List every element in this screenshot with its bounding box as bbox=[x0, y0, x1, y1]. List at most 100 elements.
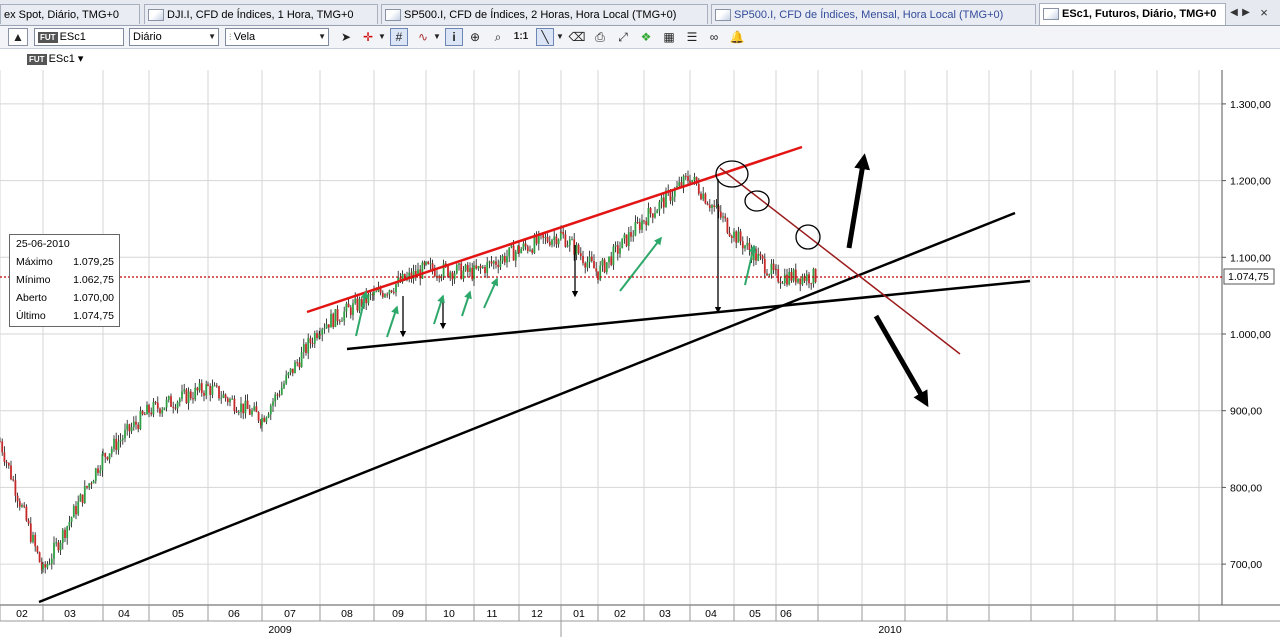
candle-body bbox=[783, 274, 786, 284]
candle-body bbox=[766, 273, 768, 276]
tab-sp500-2h[interactable]: SP500.I, CFD de Índices, 2 Horas, Hora L… bbox=[381, 4, 708, 24]
chart-symbol-label[interactable]: FUT ESc1 ▾ bbox=[27, 52, 83, 66]
table-icon[interactable]: ▦ bbox=[660, 28, 678, 46]
candle-body bbox=[135, 421, 137, 425]
indicator-icon[interactable]: ∿ bbox=[414, 28, 432, 46]
month-label: 04 bbox=[118, 608, 130, 620]
candle-body bbox=[10, 465, 12, 480]
tab-ex-spot[interactable]: ex Spot, Diário, TMG+0 bbox=[0, 4, 140, 24]
candle-body bbox=[557, 239, 560, 245]
trendline-icon[interactable]: ╲ bbox=[536, 28, 554, 46]
cursor-icon[interactable]: ➤ bbox=[337, 28, 355, 46]
candle-body bbox=[36, 546, 39, 553]
candle-body bbox=[566, 245, 569, 247]
symbol-combo[interactable]: FUT ESc1 bbox=[34, 28, 124, 46]
tab-close-icon[interactable]: × bbox=[1258, 5, 1270, 21]
candle-body bbox=[392, 292, 395, 294]
alert-bell-icon[interactable]: 🔔 bbox=[728, 28, 746, 46]
candle-body bbox=[647, 208, 650, 226]
chevron-down-icon: ▾ bbox=[77, 53, 84, 65]
candle-body bbox=[645, 221, 648, 226]
zoom-ratio-button[interactable]: 1:1 bbox=[510, 28, 532, 46]
candle-body bbox=[553, 236, 556, 241]
candle-body bbox=[481, 266, 484, 268]
candle-body bbox=[689, 180, 691, 183]
candle-body bbox=[658, 201, 661, 211]
period-select[interactable]: Diário ▼ bbox=[129, 28, 219, 46]
zoom-icon[interactable]: ⌕ bbox=[489, 28, 507, 46]
trendline-menu-icon[interactable]: ▼ bbox=[555, 28, 565, 46]
crosshair-menu-icon[interactable]: ▼ bbox=[377, 28, 387, 46]
indicator-menu-icon[interactable]: ▼ bbox=[432, 28, 442, 46]
candle-body bbox=[94, 468, 97, 481]
chart-style-select[interactable]: ⫶ Vela ▼ bbox=[225, 28, 329, 46]
info-row-open: Aberto 1.070,00 bbox=[16, 292, 114, 304]
candle-body bbox=[345, 303, 348, 312]
objects-icon[interactable]: ❖ bbox=[637, 28, 655, 46]
candle-body bbox=[159, 408, 161, 414]
grid-icon[interactable]: # bbox=[390, 28, 408, 46]
crosshair-icon[interactable]: ✛ bbox=[359, 28, 377, 46]
candle-body bbox=[211, 385, 214, 395]
candle-body bbox=[546, 236, 549, 242]
month-label: 02 bbox=[16, 608, 28, 620]
tab-label: DJI.I, CFD de Índices, 1 Hora, TMG+0 bbox=[167, 9, 354, 21]
tab-dji[interactable]: DJI.I, CFD de Índices, 1 Hora, TMG+0 bbox=[144, 4, 378, 24]
zoom-box-icon[interactable]: ⊕ bbox=[466, 28, 484, 46]
candle-body bbox=[356, 298, 359, 311]
month-label: 08 bbox=[341, 608, 353, 620]
candle-body bbox=[542, 234, 545, 238]
candle-body bbox=[601, 259, 604, 266]
candle-body bbox=[7, 462, 10, 466]
candle-body bbox=[300, 352, 303, 368]
candle-body bbox=[183, 389, 186, 392]
price-chart[interactable]: 700,00 800,00 900,00 1.000,00 1.100,00 1.200,… bbox=[0, 65, 1280, 637]
candle-body bbox=[421, 262, 424, 279]
candle-body bbox=[269, 405, 272, 415]
candle-body bbox=[719, 211, 722, 218]
candle-body bbox=[101, 453, 104, 471]
candle-body bbox=[332, 313, 335, 327]
candle-body bbox=[352, 303, 354, 316]
candle-body bbox=[654, 213, 656, 218]
candle-body bbox=[551, 240, 553, 246]
candle-body bbox=[651, 213, 654, 218]
chart-tab-icon bbox=[715, 9, 731, 22]
candle-body bbox=[42, 564, 44, 570]
eraser-icon[interactable]: ⌫ bbox=[568, 28, 586, 46]
tab-scroll-right-icon[interactable]: ▶ bbox=[1240, 5, 1252, 21]
candle-body bbox=[187, 391, 190, 404]
link-icon[interactable]: ∞ bbox=[705, 28, 723, 46]
candle-body bbox=[244, 400, 247, 414]
expand-icon[interactable]: ⤢ bbox=[614, 28, 632, 46]
candle-body bbox=[347, 303, 350, 308]
info-icon[interactable]: i bbox=[445, 28, 463, 46]
last-price-marker: 1.074,75 bbox=[0, 268, 1275, 285]
candle-body bbox=[124, 429, 126, 439]
candle-body bbox=[38, 552, 41, 563]
candle-body bbox=[46, 564, 49, 568]
candle-body bbox=[488, 261, 491, 263]
tab-sp500-monthly[interactable]: SP500.I, CFD de Índices, Mensal, Hora Lo… bbox=[711, 4, 1036, 24]
candle-body bbox=[12, 479, 15, 481]
properties-icon[interactable]: ☰ bbox=[683, 28, 701, 46]
month-label: 09 bbox=[392, 608, 404, 620]
tab-label: ESc1, Futuros, Diário, TMG+0 bbox=[1062, 8, 1217, 20]
candle-body bbox=[21, 505, 23, 507]
price-tick-label: 700,00 bbox=[1230, 559, 1262, 571]
breakdown-arrow bbox=[873, 314, 929, 408]
candle-body bbox=[343, 311, 346, 321]
candle-body bbox=[88, 483, 91, 488]
candle-body bbox=[207, 384, 209, 386]
collapse-toolbar-button[interactable]: ▲ bbox=[8, 28, 28, 46]
template-icon[interactable]: ⎙ bbox=[591, 28, 609, 46]
price-tick-label: 1.200,00 bbox=[1230, 176, 1271, 188]
candle-body bbox=[316, 333, 318, 338]
tab-scroll-left-icon[interactable]: ◀ bbox=[1228, 5, 1240, 21]
rise-arrow bbox=[483, 277, 499, 309]
candle-body bbox=[68, 521, 71, 527]
candle-body bbox=[150, 412, 153, 415]
tab-esc1-daily[interactable]: ESc1, Futuros, Diário, TMG+0 bbox=[1039, 3, 1226, 25]
candle-body bbox=[490, 261, 493, 264]
candle-body bbox=[330, 313, 332, 328]
